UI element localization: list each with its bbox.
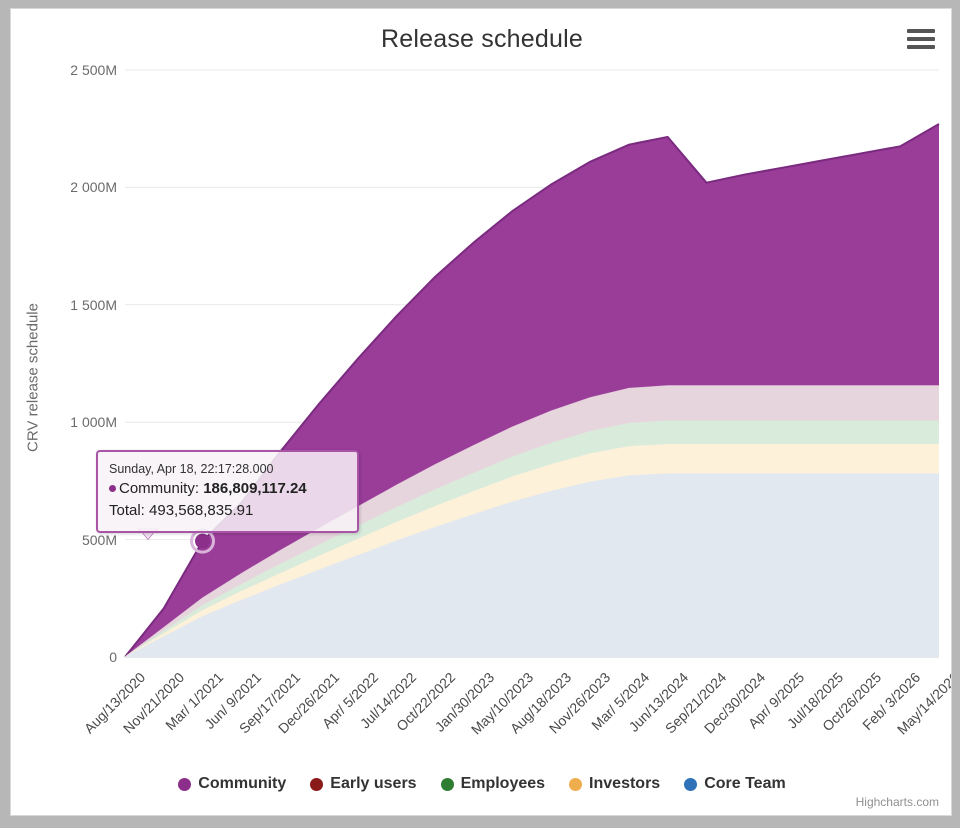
- legend-label: Core Team: [704, 775, 786, 793]
- legend-label: Community: [198, 775, 286, 793]
- tooltip-total-label: Total:: [109, 502, 145, 519]
- tooltip-series-value: 186,809,117.24: [203, 480, 306, 497]
- legend-item-investors[interactable]: Investors: [569, 775, 660, 793]
- legend-marker-icon: [441, 778, 454, 791]
- chart-tooltip: Sunday, Apr 18, 22:17:28.000 Community: …: [96, 450, 359, 533]
- highcharts-credits[interactable]: Highcharts.com: [856, 795, 939, 809]
- tooltip-total-value: 493,568,835.91: [149, 502, 253, 519]
- chart-container: Release schedule 0500M1 000M1 500M2 000M…: [10, 8, 952, 816]
- tooltip-date: Sunday, Apr 18, 22:17:28.000: [109, 460, 347, 478]
- chart-legend: Community Early users Employees Investors Co…: [11, 775, 952, 793]
- legend-item-core-team[interactable]: Core Team: [684, 775, 786, 793]
- legend-marker-icon: [178, 778, 191, 791]
- tooltip-series-row: Community: 186,809,117.24: [109, 478, 347, 500]
- legend-marker-icon: [569, 778, 582, 791]
- legend-label: Employees: [461, 775, 545, 793]
- tooltip-series-label: Community:: [119, 480, 199, 497]
- tooltip-series-dot-icon: [109, 485, 116, 492]
- legend-marker-icon: [310, 778, 323, 791]
- tooltip-total-row: Total: 493,568,835.91: [109, 500, 347, 522]
- legend-item-employees[interactable]: Employees: [441, 775, 545, 793]
- x-axis: Aug/13/2020Nov/21/2020Mar/ 1/2021Jun/ 9/…: [11, 9, 952, 816]
- legend-label: Investors: [589, 775, 660, 793]
- legend-item-community[interactable]: Community: [178, 775, 286, 793]
- legend-marker-icon: [684, 778, 697, 791]
- legend-label: Early users: [330, 775, 416, 793]
- legend-item-early-users[interactable]: Early users: [310, 775, 416, 793]
